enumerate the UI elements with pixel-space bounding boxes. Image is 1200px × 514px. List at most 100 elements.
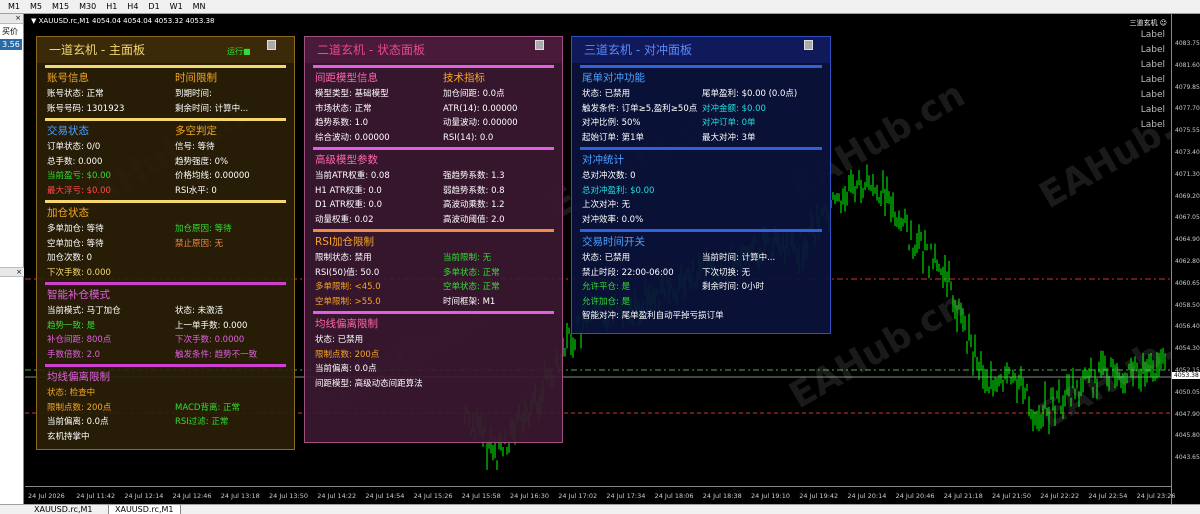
hedge-panel: 三道玄机 - 对冲面板 尾单对冲功能 状态: 已禁用 尾单盈利: $0.00 (0… (571, 36, 831, 334)
close-icon[interactable]: × (0, 267, 24, 277)
close-icon[interactable] (535, 40, 544, 50)
add-spacing: 加仓间距: 0.0点 (443, 89, 505, 99)
tf-m30[interactable]: M30 (79, 2, 96, 11)
time-tick: 24 Jul 13:50 (269, 492, 308, 500)
hedge-panel-title: 三道玄机 - 对冲面板 (584, 42, 692, 57)
time-tick: 24 Jul 13:18 (220, 492, 260, 500)
max-drawdown: 最大浮亏: $0.00 (47, 185, 111, 196)
section-heading: 交易时间开关 (582, 236, 645, 248)
mode-status: 状态: 未激活 (175, 306, 224, 316)
divider (45, 282, 286, 285)
time-tick: 24 Jul 11:42 (76, 492, 116, 500)
tf-w1[interactable]: W1 (170, 2, 183, 11)
price-tick: 4047.90 (1175, 410, 1200, 418)
hedge-ratio: 对冲比例: 50% (582, 118, 641, 128)
current-mode: 当前模式: 马丁加仓 (47, 306, 121, 316)
time-axis: 24 Jul 2026 24 Jul 11:42 24 Jul 12:14 24 Ju… (25, 486, 1176, 504)
market-status: 市场状态: 正常 (315, 103, 372, 114)
short-state: 空单状态: 正常 (443, 282, 500, 292)
next-switch: 下次切换: 无 (702, 267, 751, 278)
main-panel-title: 一道玄机 - 主面板 (49, 42, 145, 57)
time-tick: 24 Jul 22:54 (1088, 492, 1128, 500)
long-state: 多单状态: 正常 (443, 267, 500, 278)
tf-m1[interactable]: M1 (8, 2, 20, 11)
divider (45, 364, 286, 367)
trigger-condition: 触发条件: 趋势不一致 (175, 349, 258, 360)
high-vol-mult: 高波动乘数: 1.2 (443, 200, 505, 210)
tf-mn[interactable]: MN (193, 2, 206, 11)
section-heading: 技术指标 (443, 72, 485, 84)
rsi50-value: RSI(50)值: 50.0 (315, 267, 380, 278)
panel-title: 三道玄机 - 对冲面板 (572, 37, 830, 63)
time-tick: 24 Jul 17:34 (606, 492, 646, 500)
close-icon[interactable] (267, 40, 276, 50)
chart-tab-active[interactable]: XAUUSD.rc,M1 (108, 505, 181, 514)
last-hedge: 上次对冲: 无 (582, 200, 631, 210)
section-heading: 对冲统计 (582, 154, 624, 166)
price-tick: 4081.60 (1175, 61, 1200, 69)
limit-points: 限制点数: 200点 (315, 349, 380, 360)
remaining-time: 剩余时间: 0小时 (702, 282, 764, 292)
time-tick: 24 Jul 19:42 (799, 492, 839, 500)
time-tick: 24 Jul 2026 (28, 492, 65, 500)
timeframe: 时间框架: M1 (443, 296, 496, 307)
momentum-vol: 动量波动: 0.00000 (443, 118, 518, 128)
price-tick: 4083.75 (1175, 40, 1200, 47)
price-axis: 4083.75 4081.60 4079.85 4077.70 4075.55 4073.… (1171, 14, 1200, 504)
current-time: 当前时间: 计算中... (702, 253, 776, 263)
deviation-status: 状态: 检查中 (47, 388, 96, 398)
tf-m15[interactable]: M15 (52, 2, 69, 11)
divider (45, 200, 286, 203)
momentum-weight: 动量权重: 0.02 (315, 214, 374, 225)
tf-h1[interactable]: H1 (106, 2, 117, 11)
trigger-condition: 触发条件: 订单≥5,盈利≥50点 (582, 103, 698, 114)
chart-tab[interactable]: XAUUSD.rc,M1 (28, 505, 99, 514)
trend-strength: 趋势强度: 0% (175, 156, 229, 167)
section-heading: RSI加仓限制 (315, 236, 375, 248)
trend-coef: 趋势系数: 1.0 (315, 118, 369, 128)
strong-trend-coef: 强趋势系数: 1.3 (443, 171, 505, 181)
next-lots-2: 下次手数: 0.0000 (175, 335, 245, 345)
smart-hedge: 智能对冲: 尾单盈利自动平掉亏损订单 (582, 311, 724, 321)
price-tick: 4071.30 (1175, 170, 1200, 178)
section-heading: 智能补仓模式 (47, 289, 110, 301)
hedge-orders: 对冲订单: 0单 (702, 118, 756, 128)
main-panel: 一道玄机 - 主面板 运行■ 账号信息 时间限制 账号状态: 正常 到期时间: 账号… (36, 36, 295, 450)
time-tick: 24 Jul 23:26 (1136, 492, 1176, 500)
price-tick: 4079.85 (1175, 83, 1200, 91)
allow-add: 允许加仓: 是 (582, 296, 631, 307)
divider (45, 65, 286, 68)
tail-profit: 尾单盈利: $0.00 (0.0点) (702, 89, 798, 99)
start-order: 起始订单: 第1单 (582, 132, 644, 143)
time-tick: 24 Jul 12:46 (172, 492, 212, 500)
forbidden-period: 禁止时段: 22:00-06:00 (582, 267, 674, 278)
price-ma: 价格均线: 0.00000 (175, 171, 250, 181)
time-tick: 24 Jul 21:18 (943, 492, 983, 500)
label-item: Label (1140, 60, 1165, 70)
market-watch-panel: × 买价 3.56 × (0, 14, 24, 504)
time-tick: 24 Jul 17:02 (558, 492, 598, 500)
run-status: 运行■ (227, 47, 251, 56)
hedge-status: 状态: 已禁用 (582, 89, 631, 99)
time-tick: 24 Jul 22:22 (1040, 492, 1080, 500)
section-heading: 间距模型信息 (315, 72, 378, 84)
max-hedge: 最大对冲: 3单 (702, 132, 756, 143)
price-tick: 4077.70 (1175, 105, 1200, 113)
tf-d1[interactable]: D1 (148, 2, 159, 11)
time-tick: 24 Jul 15:58 (461, 492, 501, 500)
macd-divergence: MACD背离: 正常 (175, 402, 241, 413)
close-icon[interactable]: × (0, 14, 23, 24)
section-heading: 均线偏离限制 (315, 318, 378, 330)
time-tick: 24 Jul 20:46 (895, 492, 935, 500)
section-heading: 账号信息 (47, 72, 89, 84)
time-tick: 24 Jul 16:30 (510, 492, 549, 500)
divider (45, 118, 286, 121)
add-spacing: 补仓间距: 800点 (47, 335, 112, 345)
tf-h4[interactable]: H4 (127, 2, 138, 11)
close-icon[interactable] (804, 40, 813, 50)
tf-m5[interactable]: M5 (30, 2, 42, 11)
section-heading: 交易状态 (47, 125, 89, 137)
bid-value[interactable]: 3.56 (0, 39, 22, 50)
last-lots: 上一单手数: 0.000 (175, 320, 248, 331)
divider (580, 65, 822, 68)
